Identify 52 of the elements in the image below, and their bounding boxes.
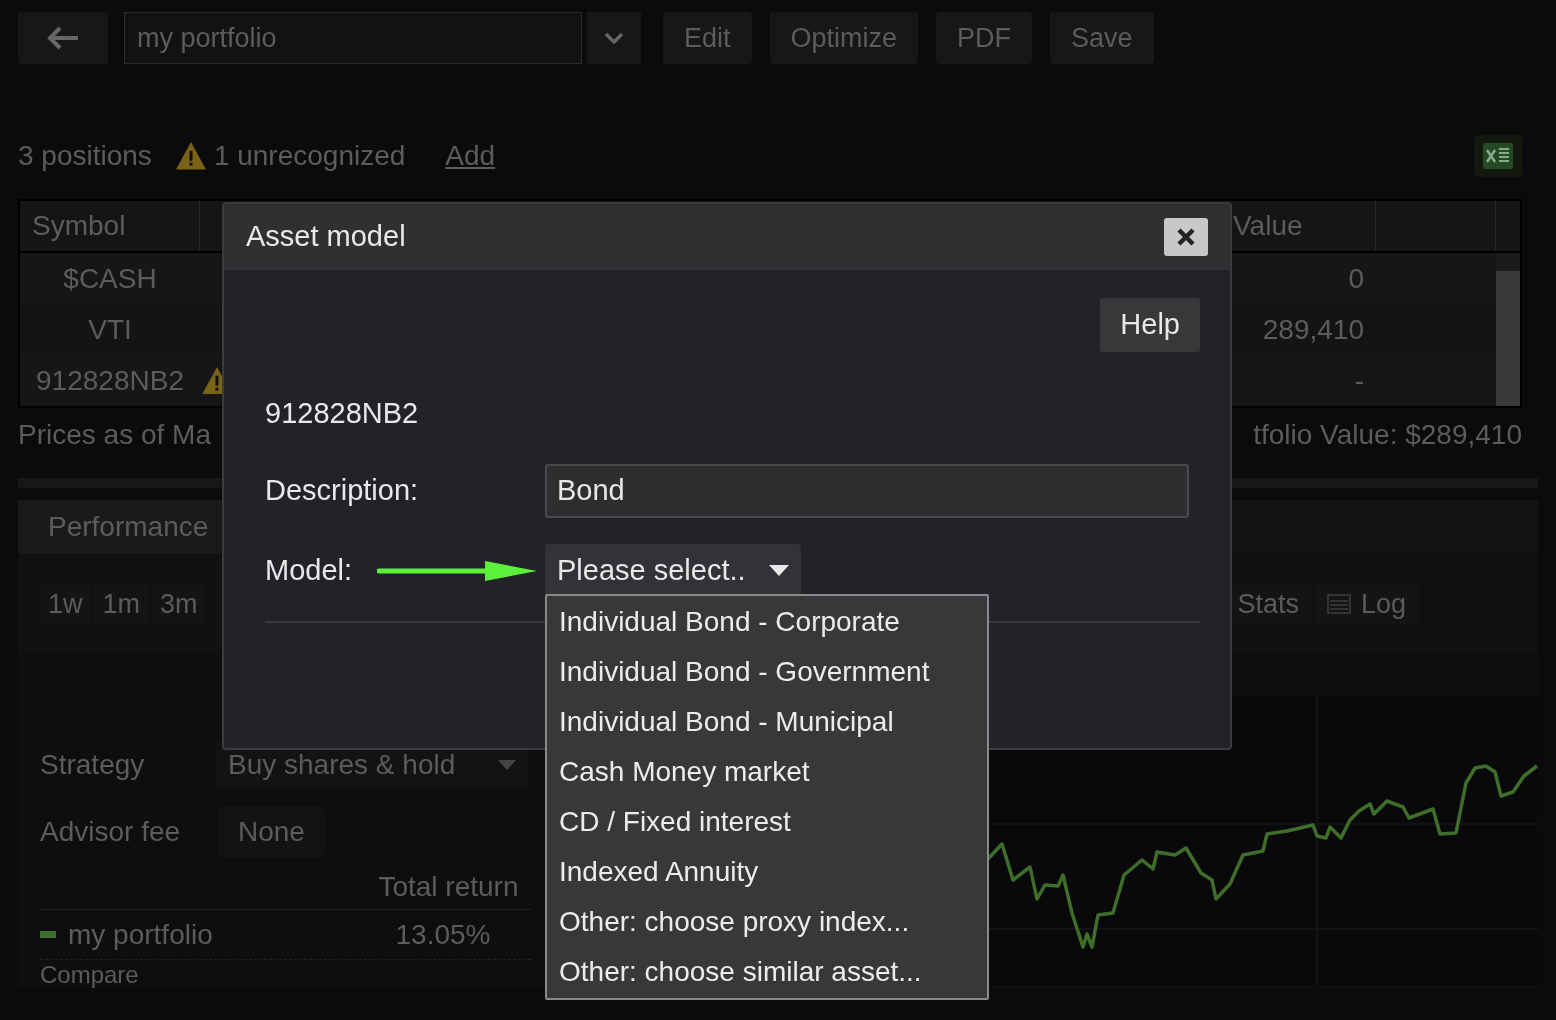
spreadsheet-icon xyxy=(1483,143,1513,169)
toolbar-button[interactable]: Save xyxy=(1050,12,1154,64)
series-name: my portfolio xyxy=(68,917,214,952)
model-option[interactable]: Individual Bond - Corporate xyxy=(547,597,987,647)
model-option[interactable]: Cash Money market xyxy=(547,747,987,797)
scrollbar-thumb[interactable] xyxy=(1496,271,1520,406)
dialog-title: Asset model xyxy=(246,219,407,255)
column-header: Symbol xyxy=(20,201,200,251)
toolbar-button[interactable]: PDF xyxy=(936,12,1033,64)
description-field[interactable]: Bond xyxy=(545,463,1189,518)
add-link[interactable]: Add xyxy=(445,135,496,177)
description-label: Description: xyxy=(265,472,420,508)
symbol-cell-text: 912828NB2 xyxy=(35,363,185,398)
list-icon xyxy=(1326,594,1351,614)
model-label: Model: xyxy=(265,552,354,588)
help-button[interactable]: Help xyxy=(1100,298,1200,352)
compare-label: Compare xyxy=(40,962,139,988)
excel-export-button[interactable] xyxy=(1474,135,1522,177)
toolbar-button[interactable]: Optimize xyxy=(769,12,919,64)
model-option[interactable]: CD / Fixed interest xyxy=(547,797,987,847)
symbol-cell-text: $CASH xyxy=(62,261,158,296)
back-button[interactable] xyxy=(18,12,108,64)
model-option[interactable]: Other: choose proxy index... xyxy=(547,897,987,947)
portfolio-field[interactable]: my portfolio xyxy=(124,12,582,64)
model-option[interactable]: Individual Bond - Municipal xyxy=(547,697,987,747)
total-return-value: 13.05% xyxy=(395,917,491,952)
warning-icon xyxy=(175,142,206,170)
value-cell-text: - xyxy=(1353,363,1365,398)
value-cell-text: 289,410 xyxy=(1261,312,1365,347)
model-option[interactable]: Other: choose similar asset... xyxy=(547,947,987,997)
prices-note: Prices as of Ma xyxy=(18,418,211,452)
advisor-fee-button[interactable]: None xyxy=(218,806,325,858)
positions-count: 3 positions xyxy=(18,139,152,173)
model-option[interactable]: Individual Bond - Government xyxy=(547,647,987,697)
advisor-fee-label: Advisor fee xyxy=(40,815,182,849)
value-cell-text: 0 xyxy=(1347,261,1365,296)
performance-tab[interactable]: Performance xyxy=(18,500,222,554)
chevron-down-icon xyxy=(604,32,624,44)
caret-icon xyxy=(498,760,516,770)
strategy-label: Strategy xyxy=(40,748,146,782)
model-option[interactable]: Indexed Annuity xyxy=(547,847,987,897)
back-arrow-icon xyxy=(46,26,80,50)
symbol-cell-text: VTI xyxy=(87,312,133,347)
portfolio-dropdown-button[interactable] xyxy=(587,12,641,64)
unrecognized-count: 1 unrecognized xyxy=(213,139,406,173)
close-button[interactable] xyxy=(1164,218,1208,256)
asset-symbol: 912828NB2 xyxy=(265,396,420,431)
total-return-header: Total return xyxy=(378,870,519,904)
toolbar-button[interactable]: Edit xyxy=(663,12,752,64)
caret-icon xyxy=(769,565,789,576)
close-icon xyxy=(1176,227,1196,247)
portfolio-value: tfolio Value: $289,410 xyxy=(1253,418,1522,452)
